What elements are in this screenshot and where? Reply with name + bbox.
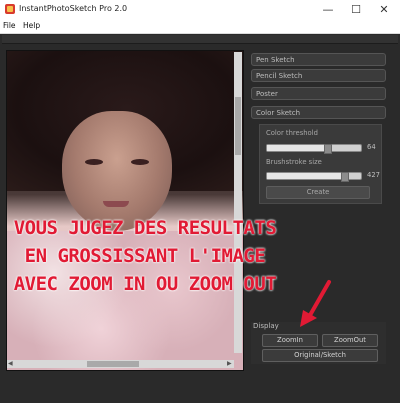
brushstroke-size-thumb[interactable]: [341, 172, 349, 182]
color-threshold-slider[interactable]: [266, 144, 362, 154]
title-bar: InstantPhotoSketch Pro 2.0 — ☐ ✕: [0, 0, 400, 20]
scroll-right-icon[interactable]: ▶: [227, 360, 232, 368]
maximize-icon[interactable]: ☐: [342, 0, 370, 19]
photo-mouth: [103, 201, 129, 207]
menu-bar: File Help: [0, 19, 400, 34]
vertical-scroll-thumb[interactable]: [235, 97, 241, 155]
poster-button[interactable]: Poster: [251, 87, 386, 100]
horizontal-scroll-thumb[interactable]: [87, 361, 139, 367]
photo-eye-left: [85, 159, 103, 165]
minimize-icon[interactable]: —: [314, 0, 342, 19]
zoom-in-button[interactable]: ZoomIn: [262, 334, 318, 347]
menu-help[interactable]: Help: [23, 21, 40, 30]
brushstroke-size-label: Brushstroke size: [266, 158, 322, 166]
overlay-line-1: VOUS JUGEZ DES RESULTATS: [13, 217, 277, 239]
app-icon: [5, 4, 15, 14]
color-threshold-fill: [267, 145, 327, 151]
color-threshold-value: 64: [367, 143, 376, 151]
brushstroke-size-slider[interactable]: [266, 172, 362, 182]
overlay-caption: VOUS JUGEZ DES RESULTATS EN GROSSISSANT …: [0, 214, 290, 298]
horizontal-scrollbar[interactable]: ◀ ▶: [7, 360, 234, 368]
pen-sketch-button[interactable]: Pen Sketch: [251, 53, 386, 66]
menu-file[interactable]: File: [3, 21, 16, 30]
toolbar-strip: [2, 35, 398, 44]
vertical-scrollbar[interactable]: [234, 52, 242, 353]
scroll-left-icon[interactable]: ◀: [8, 360, 13, 368]
overlay-line-3: AVEC ZOOM IN OU ZOOM OUT: [13, 273, 277, 295]
photo-eye-right: [131, 159, 149, 165]
brushstroke-size-fill: [267, 173, 344, 179]
color-threshold-thumb[interactable]: [324, 144, 332, 154]
color-sketch-button[interactable]: Color Sketch: [251, 106, 386, 119]
image-viewport[interactable]: [6, 50, 244, 371]
color-threshold-label: Color threshold: [266, 129, 318, 137]
display-label: Display: [253, 322, 279, 330]
zoom-out-button[interactable]: ZoomOut: [322, 334, 378, 347]
original-sketch-button[interactable]: Original/Sketch: [262, 349, 378, 362]
create-button[interactable]: Create: [266, 186, 370, 199]
window-title: InstantPhotoSketch Pro 2.0: [19, 4, 128, 13]
overlay-line-2: EN GROSSISSANT L'IMAGE: [24, 245, 266, 267]
red-arrow-icon: [295, 279, 335, 331]
photo-face: [62, 111, 172, 231]
close-icon[interactable]: ✕: [370, 0, 398, 19]
brushstroke-size-value: 427: [367, 171, 380, 179]
pencil-sketch-button[interactable]: Pencil Sketch: [251, 69, 386, 82]
